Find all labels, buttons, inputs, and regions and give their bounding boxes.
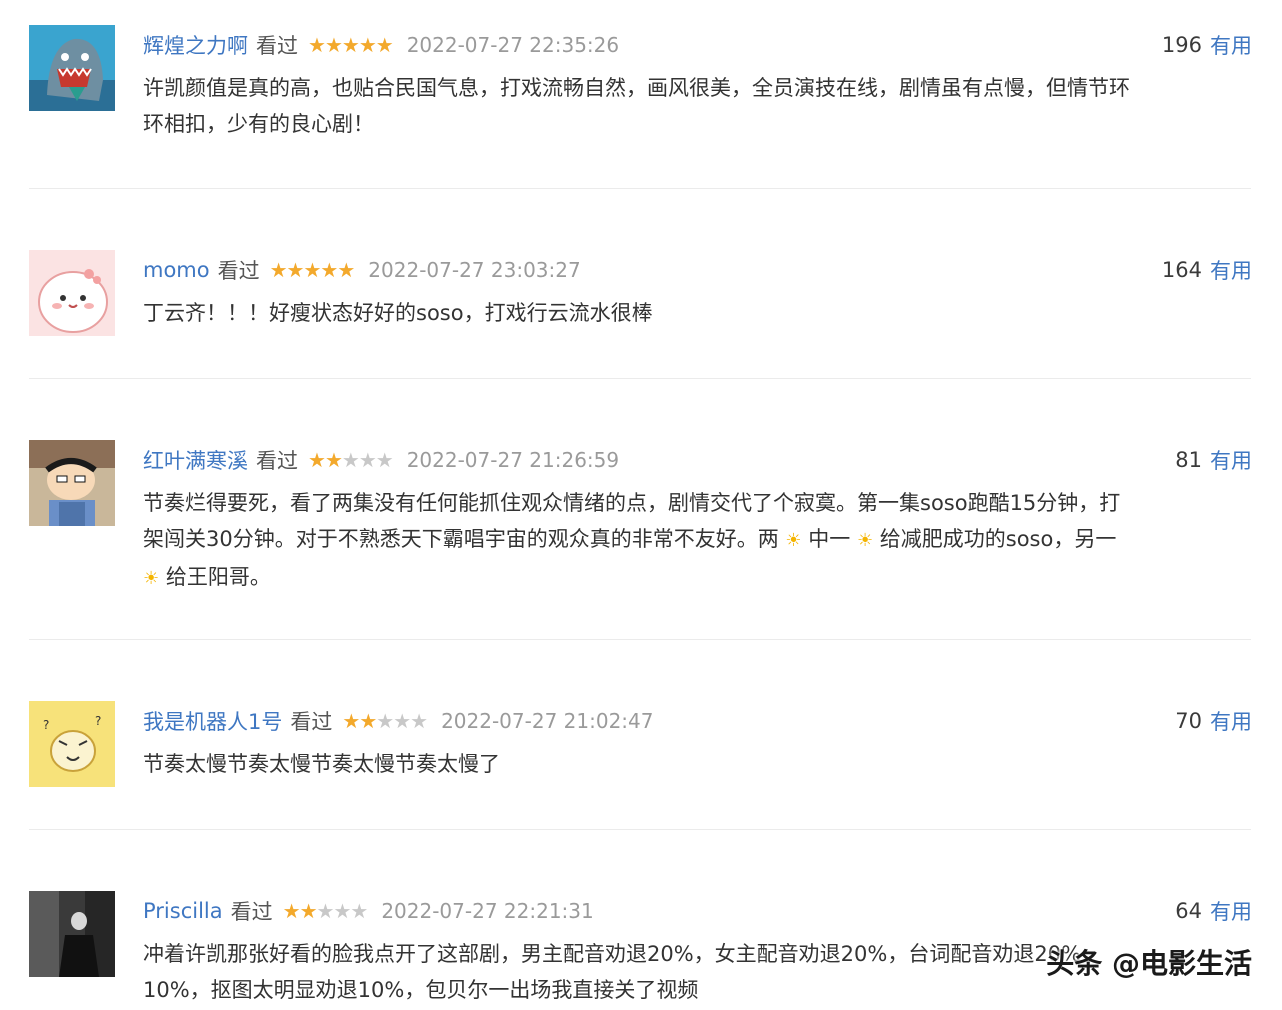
star-icon: ★ xyxy=(316,899,335,923)
watch-status: 看过 xyxy=(230,900,273,924)
rating-stars: ★ ★ ★ ★ ★ xyxy=(308,33,394,57)
user-avatar[interactable] xyxy=(29,440,115,526)
review-date: 2022-07-27 21:26:59 xyxy=(406,448,620,472)
review-text-fragment: 给王阳哥。 xyxy=(165,565,271,589)
star-icon: ★ xyxy=(341,33,360,57)
svg-text:?: ? xyxy=(95,714,101,728)
useful-votes: 64 有用 xyxy=(1175,897,1252,925)
watch-status: 看过 xyxy=(217,259,260,283)
review-meta: momo 看过 ★ ★ ★ ★ ★ 2022-07-27 23:03:27 xyxy=(143,256,1252,284)
rating-stars: ★ ★ ★ ★ ★ xyxy=(269,258,356,282)
username-link[interactable]: 我是机器人1号 xyxy=(143,706,282,736)
username-link[interactable]: 红叶满寒溪 xyxy=(143,445,248,475)
useful-button[interactable]: 有用 xyxy=(1210,896,1252,926)
star-icon: ★ xyxy=(350,899,368,923)
review-text-fragment: 给减肥成功的soso，另一 xyxy=(879,527,1117,551)
review-content: 节奏太慢节奏太慢节奏太慢节奏太慢了 xyxy=(143,746,1253,782)
review-text-line: 环相扣，少有的良心剧！ xyxy=(143,112,374,136)
rating-stars: ★ ★ ★ ★ ★ xyxy=(308,448,394,472)
star-icon: ★ xyxy=(308,33,326,57)
star-icon: ★ xyxy=(358,448,377,472)
review-content: 丁云齐！！！好瘦状态好好的soso，打戏行云流水很棒 xyxy=(143,295,1253,331)
watch-status: 看过 xyxy=(290,710,333,734)
divider xyxy=(29,639,1251,640)
useful-votes: 81 有用 xyxy=(1175,446,1252,474)
user-avatar[interactable] xyxy=(29,25,115,111)
review-meta: Priscilla 看过 ★ ★ ★ ★ ★ 2022-07-27 22:21:31 xyxy=(143,897,1252,925)
review-text-line: 节奏烂得要死，看了两集没有任何能抓住观众情绪的点，剧情交代了个寂寞。第一集sos… xyxy=(143,491,1121,515)
review-item: 辉煌之力啊 看过 ★ ★ ★ ★ ★ 2022-07-27 22:35:26 196 有… xyxy=(0,25,1282,175)
star-icon: ★ xyxy=(286,258,305,282)
review-date: 2022-07-27 22:35:26 xyxy=(406,33,620,57)
review-date: 2022-07-27 21:02:47 xyxy=(441,709,654,733)
star-icon: ★ xyxy=(303,258,321,282)
review-text-line: ☀ 给王阳哥。 xyxy=(143,559,1253,597)
username-link[interactable]: momo xyxy=(143,258,210,282)
useful-button[interactable]: 有用 xyxy=(1210,445,1252,475)
star-icon: ★ xyxy=(337,258,355,282)
svg-text:?: ? xyxy=(43,718,49,732)
username-link[interactable]: 辉煌之力啊 xyxy=(143,30,248,60)
star-icon: ★ xyxy=(393,709,411,733)
review-date: 2022-07-27 23:03:27 xyxy=(368,258,581,282)
sun-emoji-icon: ☀ xyxy=(785,530,802,551)
star-icon: ★ xyxy=(320,258,338,282)
vote-count: 164 xyxy=(1161,258,1202,282)
useful-votes: 196 有用 xyxy=(1162,31,1252,59)
star-icon: ★ xyxy=(341,448,360,472)
useful-button[interactable]: 有用 xyxy=(1210,30,1252,60)
star-icon: ★ xyxy=(342,709,360,733)
review-text-line: 节奏太慢节奏太慢节奏太慢节奏太慢了 xyxy=(143,752,500,776)
watermark: 头条 @电影生活 xyxy=(1046,947,1252,980)
review-text-line: 架闯关30分钟。对于不熟悉天下霸唱宇宙的观众真的非常不友好。两 ☀ 中一 ☀ 给… xyxy=(143,521,1253,559)
vote-count: 81 xyxy=(1175,448,1202,472)
divider xyxy=(29,188,1251,189)
useful-button[interactable]: 有用 xyxy=(1210,255,1252,285)
review-item: 红叶满寒溪 看过 ★ ★ ★ ★ ★ 2022-07-27 21:26:59 81 有用… xyxy=(0,440,1282,620)
review-text-line: 丁云齐！！！好瘦状态好好的soso，打戏行云流水很棒 xyxy=(143,301,653,325)
divider xyxy=(29,378,1251,379)
username-link[interactable]: Priscilla xyxy=(143,899,223,923)
vote-count: 70 xyxy=(1175,709,1202,733)
user-avatar[interactable]: ? ? xyxy=(29,701,115,787)
user-avatar[interactable] xyxy=(29,250,115,336)
star-icon: ★ xyxy=(299,899,318,923)
star-icon: ★ xyxy=(282,899,301,923)
star-icon: ★ xyxy=(308,448,326,472)
star-icon: ★ xyxy=(324,448,343,472)
rating-stars: ★ ★ ★ ★ ★ xyxy=(282,899,369,923)
vote-count: 64 xyxy=(1175,899,1202,923)
rating-stars: ★ ★ ★ ★ ★ xyxy=(342,709,428,733)
star-icon: ★ xyxy=(375,448,394,472)
review-date: 2022-07-27 22:21:31 xyxy=(381,899,594,923)
useful-button[interactable]: 有用 xyxy=(1210,706,1252,736)
sun-emoji-icon: ☀ xyxy=(856,530,874,551)
star-icon: ★ xyxy=(410,709,428,733)
review-meta: 辉煌之力啊 看过 ★ ★ ★ ★ ★ 2022-07-27 22:35:26 xyxy=(143,31,1252,59)
review-text-line: 许凯颜值是真的高，也贴合民国气息，打戏流畅自然，画风很美，全员演技在线，剧情虽有… xyxy=(143,76,1130,100)
review-content: 许凯颜值是真的高，也贴合民国气息，打戏流畅自然，画风很美，全员演技在线，剧情虽有… xyxy=(143,70,1253,142)
watch-status: 看过 xyxy=(256,449,298,473)
star-icon: ★ xyxy=(359,709,377,733)
review-item: ? ? 我是机器人1号 看过 ★ ★ ★ ★ ★ 2022-07-27 21:02:47… xyxy=(0,701,1282,811)
review-content: 节奏烂得要死，看了两集没有任何能抓住观众情绪的点，剧情交代了个寂寞。第一集sos… xyxy=(143,485,1253,597)
watch-status: 看过 xyxy=(256,34,298,58)
star-icon: ★ xyxy=(269,258,288,282)
review-item: momo 看过 ★ ★ ★ ★ ★ 2022-07-27 23:03:27 164 有用… xyxy=(0,250,1282,360)
star-icon: ★ xyxy=(358,33,377,57)
review-meta: 红叶满寒溪 看过 ★ ★ ★ ★ ★ 2022-07-27 21:26:59 xyxy=(143,446,1252,474)
star-icon: ★ xyxy=(324,33,343,57)
useful-votes: 164 有用 xyxy=(1162,256,1252,284)
divider xyxy=(29,829,1251,830)
review-meta: 我是机器人1号 看过 ★ ★ ★ ★ ★ 2022-07-27 21:02:47 xyxy=(143,707,1252,735)
star-icon: ★ xyxy=(376,709,394,733)
review-text-fragment: 中一 xyxy=(808,527,851,551)
user-avatar[interactable] xyxy=(29,891,115,977)
vote-count: 196 xyxy=(1161,33,1202,57)
star-icon: ★ xyxy=(333,899,351,923)
sun-emoji-icon: ☀ xyxy=(143,568,160,589)
review-text-fragment: 架闯关30分钟。对于不熟悉天下霸唱宇宙的观众真的非常不友好。两 xyxy=(143,527,779,551)
star-icon: ★ xyxy=(375,33,394,57)
useful-votes: 70 有用 xyxy=(1175,707,1252,735)
